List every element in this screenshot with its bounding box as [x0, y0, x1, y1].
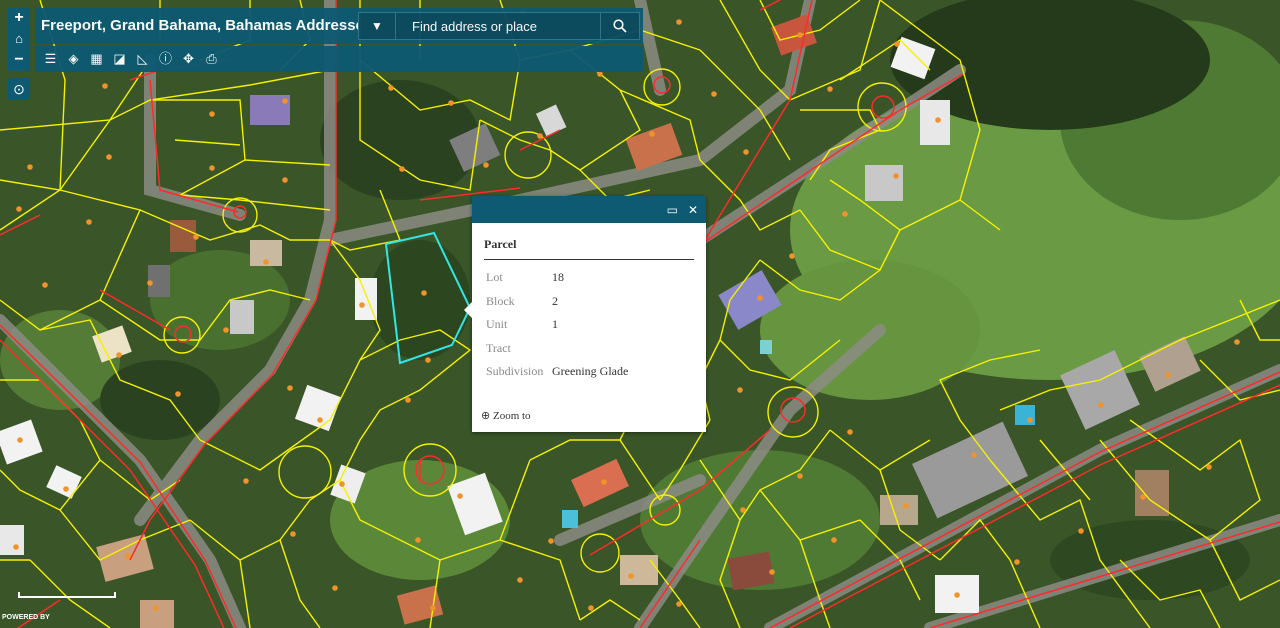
- zoom-magnifier-icon: ⊕: [481, 410, 491, 422]
- locate-button[interactable]: ⊙: [8, 78, 30, 100]
- chevron-down-icon: ▼: [371, 19, 383, 33]
- field-value: 1: [552, 317, 558, 332]
- field-value: 2: [552, 293, 558, 308]
- field-key: Tract: [486, 340, 511, 355]
- list-icon[interactable]: ☰: [39, 48, 62, 70]
- popup-row-subdivision: Subdivision Greening Glade: [486, 360, 694, 384]
- search-box: ▼: [358, 12, 640, 40]
- zoom-in-button[interactable]: +: [8, 8, 30, 29]
- toolbar: ☰ ◈ ▦ ◪ ◺ ⓘ ✥ ⎙: [35, 46, 643, 72]
- field-key: Lot: [486, 270, 503, 285]
- swipe-icon[interactable]: ◪: [108, 48, 131, 70]
- basemap-icon[interactable]: ▦: [85, 48, 108, 70]
- field-key: Subdivision: [486, 364, 544, 379]
- zoom-to-label: Zoom to: [492, 410, 531, 422]
- parcel-popup: ▭ ✕ Parcel Lot 18 Block 2 Unit 1 Tract S…: [464, 196, 706, 432]
- field-key: Unit: [486, 317, 508, 332]
- field-value: 18: [552, 270, 564, 285]
- popup-pointer: [464, 302, 472, 318]
- zoom-controls: + ⌂ −: [8, 8, 30, 71]
- field-key: Block: [486, 293, 515, 308]
- home-button[interactable]: ⌂: [8, 29, 30, 50]
- search-source-dropdown[interactable]: ▼: [359, 13, 396, 39]
- print-icon[interactable]: ⎙: [200, 48, 223, 70]
- search-input[interactable]: [396, 17, 600, 35]
- info-icon[interactable]: ⓘ: [154, 48, 177, 70]
- maximize-icon[interactable]: ▭: [667, 203, 678, 217]
- popup-fields: Lot 18 Block 2 Unit 1 Tract Subdivision …: [486, 266, 694, 384]
- app-title: Freeport, Grand Bahama, Bahamas Addresse…: [41, 17, 373, 34]
- popup-header: ▭ ✕: [472, 196, 706, 223]
- measure-icon[interactable]: ◺: [131, 48, 154, 70]
- zoom-out-button[interactable]: −: [8, 50, 30, 71]
- layers-icon[interactable]: ◈: [62, 48, 85, 70]
- popup-row-block: Block 2: [486, 290, 694, 314]
- popup-title: Parcel: [484, 237, 694, 260]
- search-button[interactable]: [600, 13, 639, 39]
- popup-row-lot: Lot 18: [486, 266, 694, 290]
- attribution: POWERED BY: [2, 614, 50, 621]
- popup-row-tract: Tract: [486, 337, 694, 361]
- scale-bar: [18, 592, 116, 598]
- field-value: Greening Glade: [552, 364, 629, 379]
- popup-row-unit: Unit 1: [486, 313, 694, 337]
- close-icon[interactable]: ✕: [688, 203, 698, 217]
- search-icon: [613, 19, 627, 33]
- pan-icon[interactable]: ✥: [177, 48, 200, 70]
- zoom-to-link[interactable]: ⊕ Zoom to: [481, 409, 531, 422]
- locate-icon: ⊙: [13, 81, 25, 97]
- app-header: Freeport, Grand Bahama, Bahamas Addresse…: [35, 8, 643, 44]
